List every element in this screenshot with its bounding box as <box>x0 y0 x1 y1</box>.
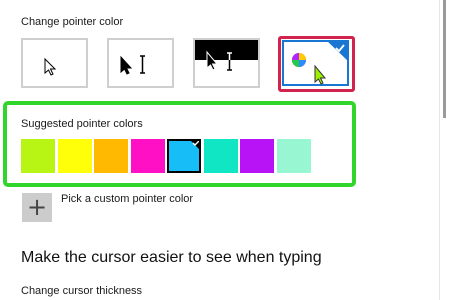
check-icon <box>189 139 201 151</box>
color-swatch[interactable] <box>21 139 55 173</box>
color-swatch[interactable] <box>57 139 92 173</box>
color-swatch[interactable] <box>203 139 238 173</box>
color-swatch[interactable] <box>130 139 165 173</box>
black-pointer-icon <box>120 55 145 75</box>
inverted-pointer-icon <box>195 40 258 71</box>
cursor-thickness-label: Change cursor thickness <box>21 285 143 297</box>
pointer-option-black[interactable] <box>107 38 174 88</box>
change-pointer-color-label: Change pointer color <box>21 16 124 28</box>
color-swatch[interactable] <box>167 139 201 173</box>
color-swatch[interactable] <box>94 139 128 173</box>
pointer-option-white[interactable] <box>21 38 88 88</box>
custom-color-pointer-icon <box>292 40 349 85</box>
suggested-pointer-colors-label: Suggested pointer colors <box>21 118 143 130</box>
white-pointer-icon <box>44 57 57 76</box>
pointer-option-custom[interactable] <box>282 40 349 86</box>
cursor-section-heading: Make the cursor easier to see when typin… <box>21 249 322 266</box>
pick-custom-color-label[interactable]: Pick a custom pointer color <box>61 193 193 205</box>
pointer-option-inverted[interactable] <box>193 38 260 88</box>
color-swatch[interactable] <box>276 139 311 173</box>
plus-icon: + <box>26 193 48 221</box>
color-swatch[interactable] <box>240 139 274 173</box>
add-custom-color-button[interactable]: + <box>22 193 52 222</box>
scrollbar-thumb[interactable] <box>443 0 446 118</box>
